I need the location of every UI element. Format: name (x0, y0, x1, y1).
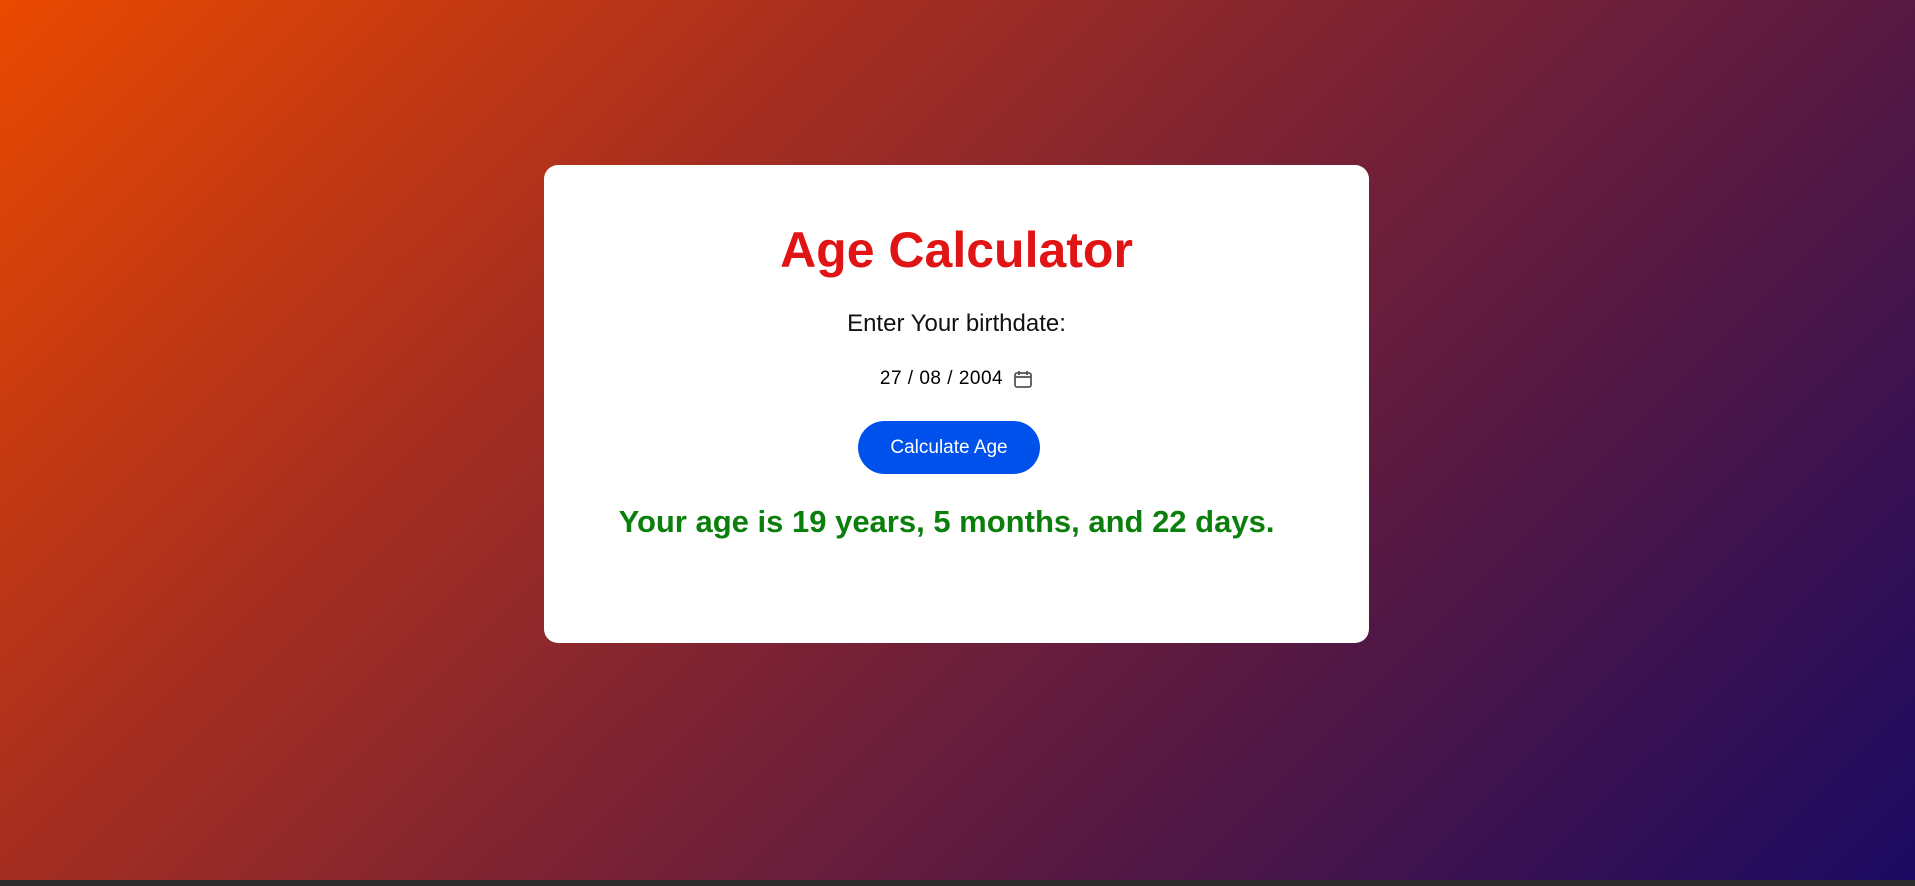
page-title: Age Calculator (780, 222, 1133, 278)
birthdate-label: Enter Your birthdate: (847, 310, 1066, 337)
calendar-icon[interactable] (1013, 369, 1033, 389)
bottom-edge-bar (0, 880, 1915, 886)
calculate-age-button[interactable]: Calculate Age (858, 421, 1040, 474)
birthdate-input[interactable]: 27 / 08 / 2004 (544, 368, 1369, 390)
birthdate-value[interactable]: 27 / 08 / 2004 (880, 368, 1003, 390)
age-result-text: Your age is 19 years, 5 months, and 22 d… (618, 504, 1275, 539)
age-calculator-card: Age Calculator Enter Your birthdate: 27 … (544, 165, 1369, 643)
